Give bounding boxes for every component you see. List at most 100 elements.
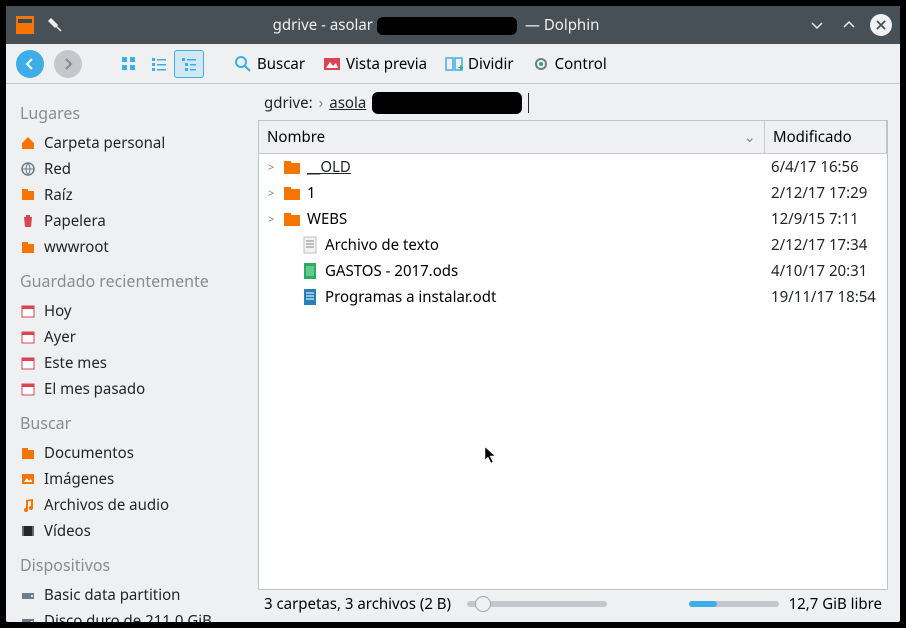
file-modified: 2/12/17 17:29: [765, 183, 887, 203]
file-name: WEBS: [307, 209, 347, 229]
sidebar-item-label: Disco duro de 211,0 GiB: [44, 611, 212, 622]
folder-icon: [283, 184, 301, 202]
view-tree-button[interactable]: [174, 50, 204, 78]
sidebar-item[interactable]: Este mes: [20, 350, 244, 376]
sidebar-section-title: Lugares: [20, 102, 244, 124]
ods-icon: [301, 262, 319, 280]
sidebar-item[interactable]: El mes pasado: [20, 376, 244, 402]
sidebar-item-label: Papelera: [44, 211, 106, 231]
file-list: Nombre ⌄ Modificado > __OLD 6/4/17 16:56 >1…: [258, 120, 888, 590]
drive-icon: [20, 613, 38, 622]
file-name: Archivo de texto: [325, 235, 439, 255]
file-row[interactable]: Programas a instalar.odt19/11/17 18:54: [259, 284, 887, 310]
sidebar-item-label: Carpeta personal: [44, 133, 165, 153]
text-icon: [301, 236, 319, 254]
file-row[interactable]: GASTOS - 2017.ods 4/10/17 20:31: [259, 258, 887, 284]
file-row[interactable]: Archivo de texto 2/12/17 17:34: [259, 232, 887, 258]
sidebar-item-label: Raíz: [44, 185, 73, 205]
chevron-down-icon: ⌄: [743, 127, 756, 147]
sidebar-item-label: wwwroot: [44, 237, 109, 257]
control-button[interactable]: Control: [528, 52, 611, 76]
sidebar-item-label: Basic data partition: [44, 585, 180, 605]
sidebar-item[interactable]: Red: [20, 156, 244, 182]
gear-icon: [532, 55, 550, 73]
file-name: __OLD: [307, 157, 351, 177]
sidebar-item-label: Hoy: [44, 301, 72, 321]
sidebar-item-label: Este mes: [44, 353, 107, 373]
sidebar-section-title: Guardado recientemente: [20, 270, 244, 292]
view-list-button[interactable]: [144, 50, 174, 78]
network-icon: [20, 161, 38, 177]
sidebar-section-title: Buscar: [20, 412, 244, 434]
calendar-icon: [20, 303, 38, 319]
minimize-button[interactable]: [806, 14, 828, 36]
close-button[interactable]: [870, 14, 892, 36]
mouse-cursor: [484, 446, 498, 464]
file-modified: 4/10/17 20:31: [765, 261, 887, 281]
free-space-bar: [689, 601, 779, 607]
file-modified: 2/12/17 17:34: [765, 235, 887, 255]
sidebar-item-label: El mes pasado: [44, 379, 145, 399]
split-icon: +: [445, 55, 463, 73]
titlebar[interactable]: gdrive - asolar — Dolphin: [6, 6, 900, 44]
file-modified: 12/9/15 7:11: [765, 209, 887, 229]
folder-icon: [20, 445, 38, 461]
search-button[interactable]: Buscar: [230, 52, 309, 76]
maximize-button[interactable]: [838, 14, 860, 36]
sidebar-item[interactable]: Basic data partition: [20, 582, 244, 608]
statusbar: 3 carpetas, 3 archivos (2 B) 12,7 GiB li…: [258, 590, 888, 618]
calendar-icon: [20, 355, 38, 371]
folder-icon: [283, 158, 301, 176]
breadcrumb-current[interactable]: asola: [329, 93, 366, 113]
window-title: gdrive - asolar — Dolphin: [66, 15, 806, 35]
file-row[interactable]: >1 2/12/17 17:29: [259, 180, 887, 206]
column-modified-header[interactable]: Modificado: [765, 121, 887, 153]
places-sidebar[interactable]: Lugares Carpeta personal Red Raíz Papelera ww…: [6, 84, 254, 622]
file-name: GASTOS - 2017.ods: [325, 261, 458, 281]
sidebar-item[interactable]: Papelera: [20, 208, 244, 234]
file-row[interactable]: > WEBS 12/9/15 7:11: [259, 206, 887, 232]
music-icon: [20, 497, 38, 513]
preview-button[interactable]: Vista previa: [319, 52, 431, 76]
sidebar-item[interactable]: Hoy: [20, 298, 244, 324]
column-name-header[interactable]: Nombre ⌄: [259, 121, 765, 153]
sidebar-section-title: Dispositivos: [20, 554, 244, 576]
sidebar-item[interactable]: Disco duro de 211,0 GiB: [20, 608, 244, 622]
nav-back-button[interactable]: [16, 50, 44, 78]
sidebar-item[interactable]: Raíz: [20, 182, 244, 208]
svg-text:+: +: [458, 60, 463, 73]
status-summary: 3 carpetas, 3 archivos (2 B): [264, 594, 451, 614]
expand-toggle[interactable]: >: [265, 212, 277, 227]
sidebar-item[interactable]: Ayer: [20, 324, 244, 350]
nav-forward-button[interactable]: [54, 50, 82, 78]
video-icon: [20, 523, 38, 539]
file-name: 1: [307, 183, 316, 203]
calendar-icon: [20, 329, 38, 345]
pin-icon[interactable]: [44, 14, 66, 36]
redacted: [372, 92, 522, 114]
folder-icon: [20, 239, 38, 255]
zoom-slider[interactable]: [467, 601, 607, 607]
sidebar-item[interactable]: Carpeta personal: [20, 130, 244, 156]
sidebar-item-label: Red: [44, 159, 71, 179]
sidebar-item[interactable]: wwwroot: [20, 234, 244, 260]
chevron-right-icon: ›: [319, 93, 324, 113]
view-icons-button[interactable]: [114, 50, 144, 78]
sidebar-item[interactable]: Imágenes: [20, 466, 244, 492]
column-headers: Nombre ⌄ Modificado: [259, 121, 887, 154]
sidebar-item[interactable]: Documentos: [20, 440, 244, 466]
toolbar: Buscar Vista previa + Dividir Control: [6, 44, 900, 84]
expand-toggle[interactable]: >: [265, 186, 277, 201]
drive-icon: [20, 587, 38, 603]
sidebar-item[interactable]: Vídeos: [20, 518, 244, 544]
sidebar-item-label: Documentos: [44, 443, 134, 463]
file-modified: 6/4/17 16:56: [765, 157, 887, 177]
breadcrumb-root[interactable]: gdrive:: [264, 93, 313, 113]
split-button[interactable]: + Dividir: [441, 52, 518, 76]
file-row[interactable]: > __OLD 6/4/17 16:56: [259, 154, 887, 180]
expand-toggle[interactable]: >: [265, 160, 277, 175]
odt-icon: [301, 288, 319, 306]
breadcrumb[interactable]: gdrive: › asola: [258, 88, 888, 118]
sidebar-item-label: Vídeos: [44, 521, 91, 541]
sidebar-item[interactable]: Archivos de audio: [20, 492, 244, 518]
